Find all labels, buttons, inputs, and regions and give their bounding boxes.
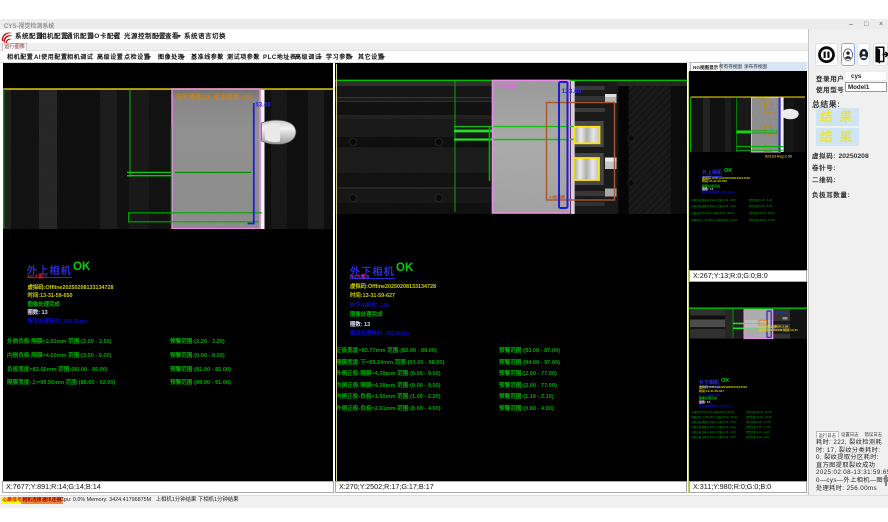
- svg-text:虚拟码:20250208 时间:13-31: 虚拟码:20250208 时间:13-31: [759, 327, 798, 332]
- svg-text:AI检测框123: AI检测框123: [774, 311, 789, 315]
- svg-text:123.80: 123.80: [562, 88, 582, 95]
- svg-text:823.63 Avg:2.58: 823.63 Avg:2.58: [765, 155, 792, 159]
- svg-text:2.58 OK: 2.58 OK: [767, 129, 777, 133]
- svg-text:灰阶阈值:93, 动态阈值:100: 灰阶阈值:93, 动态阈值:100: [176, 92, 252, 101]
- svg-text:AI检测框: AI检测框: [496, 82, 518, 90]
- svg-text:AI检测框: AI检测框: [549, 194, 565, 200]
- svg-text:1.88 ±0.2: 1.88 ±0.2: [764, 110, 775, 114]
- svg-text:53.48: 53.48: [256, 103, 272, 109]
- svg-text:灰阶阈值:93: 灰阶阈值:93: [755, 96, 770, 100]
